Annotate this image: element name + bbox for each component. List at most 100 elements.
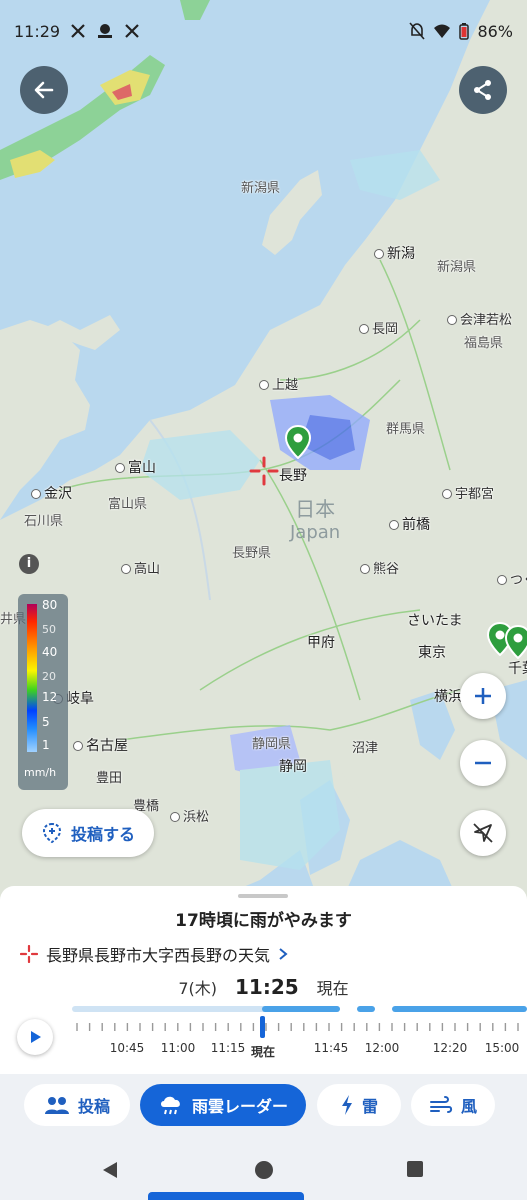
- plus-icon: [475, 688, 491, 704]
- tab-label: 投稿: [77, 1097, 110, 1116]
- my-location-button[interactable]: [460, 810, 506, 856]
- map-label-tsukuba: つくば: [497, 569, 527, 588]
- sheet-drag-handle[interactable]: [238, 894, 288, 898]
- map-label-shizuoka-pref: 静岡県: [252, 737, 292, 752]
- map-label-kofu: 甲府: [307, 635, 335, 651]
- status-time: 11:29: [14, 21, 61, 41]
- timeline-label: 12:00: [364, 1041, 400, 1055]
- map-label-ishikawa-pref: 石川県: [24, 514, 64, 529]
- map-label-aizu: 会津若松: [447, 309, 512, 328]
- map-label-toyama: 富山: [115, 457, 156, 477]
- zoom-out-button[interactable]: [460, 740, 506, 786]
- map-label-takayama: 高山: [121, 558, 160, 577]
- post-button[interactable]: 投稿する: [22, 809, 154, 857]
- tab-rain-radar[interactable]: 雨雲レーダー: [140, 1084, 306, 1126]
- timeline-label: 12:20: [432, 1041, 468, 1055]
- map-label-kumagaya: 熊谷: [360, 558, 399, 577]
- tab-thunder[interactable]: 雷: [317, 1084, 401, 1126]
- arrow-left-icon: [34, 81, 54, 99]
- legend-level: 12: [42, 690, 58, 704]
- wifi-icon: [434, 24, 451, 38]
- minus-icon: [475, 761, 491, 765]
- place-weather-link[interactable]: 長野県長野市大字西長野の天気: [20, 942, 288, 966]
- map-label-toyota: 豊田: [96, 771, 123, 786]
- status-bar: 11:29 86%: [0, 0, 527, 62]
- map-label-nagano-pref: 長野県: [232, 546, 272, 561]
- tab-wind[interactable]: 風: [411, 1084, 495, 1126]
- rain-forecast-bar: [392, 1006, 527, 1012]
- legend-unit: mm/h: [24, 766, 57, 779]
- legend-level: 50: [42, 623, 56, 636]
- battery-percent: 86%: [477, 21, 513, 41]
- radar-map[interactable]: 日本 Japan 新潟県 新潟 新潟県 会津若松 長岡 福島県 上越 群馬県 富…: [0, 0, 527, 905]
- bottom-tab-bar: 投稿 雨雲レーダー 雷 風: [0, 1074, 527, 1136]
- timeline-slider[interactable]: [0, 1014, 527, 1040]
- map-base: [0, 0, 527, 905]
- map-label-yokohama: 横浜: [434, 689, 462, 705]
- timeline-label: 15:00: [484, 1041, 520, 1055]
- map-label-chiba: 千葉: [508, 661, 527, 677]
- lightning-icon: [341, 1095, 352, 1115]
- aeon-icon: [98, 24, 113, 38]
- legend-color-bar: [27, 604, 37, 752]
- location-crosshair-icon: [249, 456, 279, 486]
- legend-level: 5: [42, 715, 50, 729]
- date-label: 7(木): [178, 979, 217, 998]
- current-time: 11:25: [234, 975, 299, 999]
- location-off-icon: [473, 823, 493, 843]
- map-label-maebashi: 前橋: [389, 514, 430, 534]
- map-label-shizuoka: 静岡: [279, 759, 307, 775]
- post-pin-icon[interactable]: [285, 425, 311, 459]
- current-label: 現在: [316, 979, 349, 998]
- tab-label: 風: [460, 1097, 477, 1116]
- nav-recents-icon[interactable]: [406, 1160, 424, 1178]
- x-icon: [71, 24, 85, 38]
- map-label-tokyo: 東京: [418, 645, 446, 661]
- legend-level: 40: [42, 645, 58, 659]
- current-time-row: 7(木) 11:25 現在: [0, 975, 527, 999]
- share-button[interactable]: [459, 66, 507, 114]
- timeline-label: 11:45: [313, 1041, 349, 1055]
- nav-back-icon[interactable]: [101, 1160, 119, 1180]
- timeline-label: 11:15: [210, 1041, 246, 1055]
- info-icon[interactable]: i: [19, 554, 39, 574]
- map-label-toyama-pref: 富山県: [108, 497, 148, 512]
- nav-home-icon[interactable]: [254, 1160, 274, 1180]
- people-icon: [44, 1097, 69, 1114]
- back-button[interactable]: [20, 66, 68, 114]
- post-button-label: 投稿する: [70, 825, 135, 844]
- legend-level: 80: [42, 598, 58, 612]
- tab-indicator: [148, 1192, 304, 1200]
- legend-level: 1: [42, 738, 50, 752]
- tab-label: 雨雲レーダー: [191, 1097, 288, 1116]
- map-label-joetsu: 上越: [259, 374, 298, 393]
- timeline-thumb[interactable]: [260, 1016, 265, 1038]
- timeline-label-now: 現在: [250, 1045, 276, 1059]
- map-label-nagano: 長野: [279, 468, 307, 484]
- map-label-fukushima-pref: 福島県: [464, 336, 504, 351]
- map-label-nagoya: 名古屋: [73, 735, 128, 755]
- rain-forecast-bar: [357, 1006, 375, 1012]
- system-nav-bar: [0, 1136, 527, 1200]
- location-crosshair-icon: [20, 945, 38, 963]
- map-label-niigata-pref: 新潟県: [437, 260, 477, 275]
- wind-icon: [429, 1096, 453, 1113]
- post-pin-add-icon: [42, 822, 61, 844]
- map-label-hamamatsu: 浜松: [170, 806, 209, 825]
- tab-posts[interactable]: 投稿: [24, 1084, 130, 1126]
- share-icon: [474, 80, 491, 100]
- place-weather-label: 長野県長野市大字西長野の天気: [46, 946, 271, 965]
- country-label: 日本 Japan: [290, 497, 341, 543]
- timeline-label: 10:45: [109, 1041, 145, 1055]
- map-label-kanazawa: 金沢: [31, 483, 72, 503]
- timeline-label: 11:00: [160, 1041, 196, 1055]
- chevron-right-icon: [279, 948, 288, 960]
- post-pin-icon[interactable]: [505, 625, 527, 659]
- map-label-nagaoka: 長岡: [359, 318, 398, 337]
- tab-label: 雷: [361, 1097, 378, 1116]
- map-label-utsunomiya: 宇都宮: [442, 483, 494, 502]
- map-label-saitama: さいたま: [407, 613, 463, 629]
- zoom-in-button[interactable]: [460, 673, 506, 719]
- battery-icon: [459, 23, 470, 40]
- rain-cloud-icon: [160, 1096, 180, 1115]
